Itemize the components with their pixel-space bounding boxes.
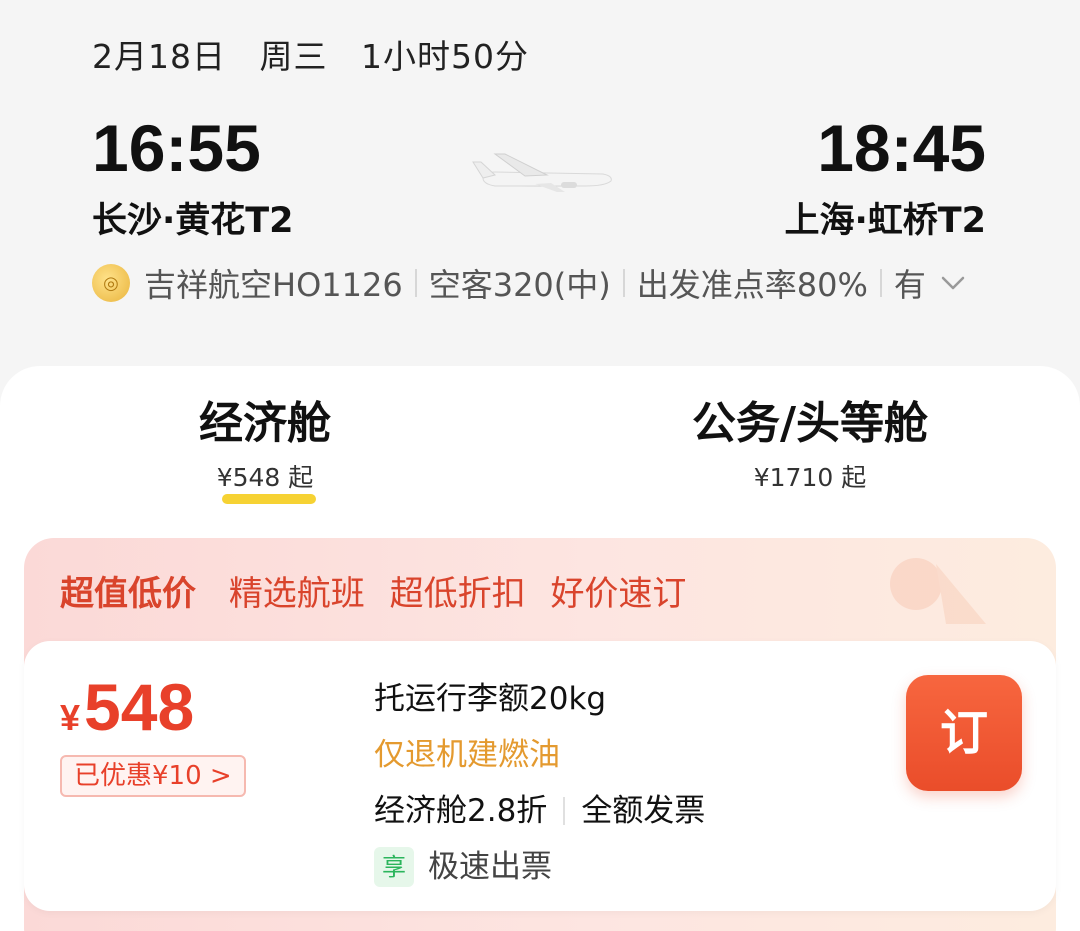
extra-info: 有 (893, 266, 926, 304)
baggage-allowance: 托运行李额20kg (374, 681, 607, 717)
flight-weekday: 周三 (259, 37, 328, 76)
promo-item: 精选航班 (228, 574, 365, 614)
flight-duration: 1小时50分 (361, 37, 529, 76)
price-amount: 548 (84, 670, 195, 744)
arrival-airport: 上海·虹桥T2 (784, 201, 986, 241)
fast-ticket-label: 极速出票 (428, 849, 552, 885)
promo-text: 超值低价 精选航班 超低折扣 好价速订 (60, 566, 700, 615)
book-button[interactable]: 订 (906, 675, 1022, 791)
tab-business-first[interactable]: 公务/头等舱 ¥1710 起 (640, 396, 980, 494)
flight-date-row: 2月18日 周三 1小时50分 (92, 30, 551, 78)
arrival-time: 18:45 (817, 111, 986, 185)
divider (622, 269, 625, 297)
tab-economy-title: 经济舱 (199, 398, 331, 449)
promo-item: 超低折扣 (389, 574, 526, 614)
benefit-tag: 享 (374, 847, 414, 887)
fare-price: ¥548 (60, 669, 194, 745)
fast-ticket-row: 享 极速出票 (374, 839, 705, 895)
promo-decoration-icon (890, 558, 986, 624)
departure-time: 16:55 (92, 111, 261, 185)
airplane-icon (472, 153, 612, 192)
divider (879, 269, 882, 297)
fare-option[interactable]: ¥548 已优惠¥10 > 托运行李额20kg 仅退机建燃油 经济舱2.8折 全… (24, 641, 1056, 911)
divider (414, 269, 417, 297)
tab-active-indicator (222, 494, 316, 504)
divider (563, 797, 566, 825)
invoice-type: 全额发票 (581, 793, 706, 829)
chevron-down-icon[interactable] (938, 268, 968, 298)
aircraft-type: 空客320(中) (428, 266, 611, 304)
airline-flight-number: 吉祥航空HO1126 (144, 266, 403, 304)
promo-item: 好价速订 (550, 574, 687, 614)
airline-logo: ◎ (92, 264, 130, 302)
tab-economy-price: ¥548 起 (216, 463, 314, 492)
price-currency: ¥ (60, 697, 81, 738)
airline-info-row[interactable]: ◎ 吉祥航空HO1126 空客320(中) 出发准点率80% 有 (92, 260, 992, 306)
flight-detail-page: 2月18日 周三 1小时50分 16:55 18:45 长沙·黄花T2 上海·虹… (0, 0, 1080, 931)
tab-economy[interactable]: 经济舱 ¥548 起 (150, 396, 380, 494)
promo-headline: 超值低价 (60, 574, 196, 614)
discount-badge[interactable]: 已优惠¥10 > (60, 755, 246, 797)
tab-business-title: 公务/头等舱 (691, 398, 929, 449)
refund-policy[interactable]: 仅退机建燃油 (374, 727, 705, 783)
cabin-card: 经济舱 ¥548 起 公务/头等舱 ¥1710 起 超值低价 精选航班 超低折扣… (0, 366, 1080, 931)
cabin-discount: 经济舱2.8折 (374, 793, 548, 829)
flight-date: 2月18日 (92, 37, 226, 76)
fare-details: 托运行李额20kg 仅退机建燃油 经济舱2.8折 全额发票 享 极速出票 (374, 671, 705, 895)
tab-business-price: ¥1710 起 (753, 463, 867, 492)
on-time-rate: 出发准点率80% (636, 266, 868, 304)
departure-airport: 长沙·黄花T2 (92, 201, 294, 241)
cabin-info-row: 经济舱2.8折 全额发票 (374, 783, 705, 839)
